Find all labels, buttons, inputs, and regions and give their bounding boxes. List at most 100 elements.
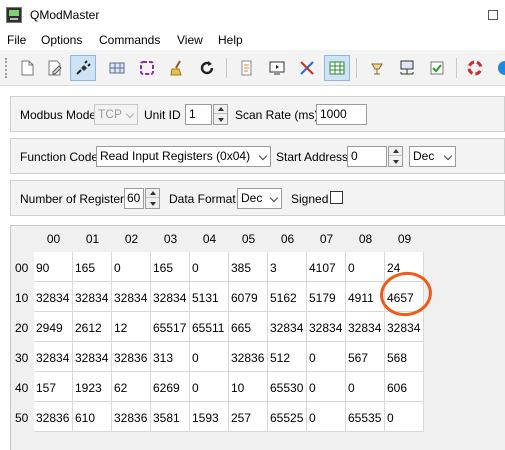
row-header[interactable]: 30: [11, 342, 34, 372]
column-header[interactable]: 09: [385, 226, 424, 252]
connect-plug-icon[interactable]: [70, 55, 96, 81]
register-cell[interactable]: 0: [112, 252, 151, 282]
start-address-spinner[interactable]: [388, 146, 403, 167]
register-cell[interactable]: 5179: [307, 282, 346, 312]
register-cell[interactable]: 65511: [190, 312, 229, 342]
register-cell[interactable]: 4107: [307, 252, 346, 282]
number-of-registers-spinner[interactable]: [145, 188, 160, 209]
register-cell[interactable]: 65535: [346, 402, 385, 432]
register-cell[interactable]: 0: [385, 402, 424, 432]
lamp-icon[interactable]: [364, 55, 390, 81]
register-cell[interactable]: 313: [151, 342, 190, 372]
menu-view[interactable]: View: [177, 33, 203, 47]
register-cell[interactable]: 4911: [346, 282, 385, 312]
register-cell[interactable]: 1593: [190, 402, 229, 432]
register-cell[interactable]: 32834: [112, 282, 151, 312]
register-cell[interactable]: 0: [307, 372, 346, 402]
register-cell[interactable]: 32834: [151, 282, 190, 312]
refresh-icon[interactable]: [194, 55, 220, 81]
column-header[interactable]: 07: [307, 226, 346, 252]
register-cell[interactable]: 12: [112, 312, 151, 342]
broom-clear-icon[interactable]: [164, 55, 190, 81]
register-cell[interactable]: 32834: [385, 312, 424, 342]
signed-checkbox[interactable]: [330, 191, 343, 204]
register-cell[interactable]: 567: [346, 342, 385, 372]
scan-rate-input[interactable]: 1000: [316, 104, 367, 125]
column-header[interactable]: 02: [112, 226, 151, 252]
data-format-select[interactable]: Dec: [237, 188, 282, 209]
register-cell[interactable]: 5162: [268, 282, 307, 312]
register-cell[interactable]: 65517: [151, 312, 190, 342]
menu-commands[interactable]: Commands: [99, 33, 160, 47]
column-header[interactable]: 00: [34, 226, 73, 252]
register-cell[interactable]: 0: [190, 372, 229, 402]
table-view-icon[interactable]: [324, 55, 350, 81]
register-cell[interactable]: 6079: [229, 282, 268, 312]
menu-options[interactable]: Options: [41, 33, 82, 47]
register-cell[interactable]: 0: [307, 402, 346, 432]
toolbar-grip[interactable]: [5, 58, 8, 78]
register-cell[interactable]: 65525: [268, 402, 307, 432]
register-cell[interactable]: 610: [73, 402, 112, 432]
register-cell[interactable]: 157: [34, 372, 73, 402]
monitor-icon[interactable]: [264, 55, 290, 81]
tools-icon[interactable]: [294, 55, 320, 81]
info-icon[interactable]: [492, 55, 505, 81]
register-cell[interactable]: 62: [112, 372, 151, 402]
menu-file[interactable]: File: [7, 33, 26, 47]
register-cell[interactable]: 90: [34, 252, 73, 282]
lifebuoy-icon[interactable]: [462, 55, 488, 81]
register-cell[interactable]: 165: [73, 252, 112, 282]
log-document-icon[interactable]: [234, 55, 260, 81]
register-cell[interactable]: 32836: [112, 342, 151, 372]
edit-icon[interactable]: [42, 55, 68, 81]
number-of-registers-input[interactable]: 60: [124, 188, 144, 209]
row-header[interactable]: 40: [11, 372, 34, 402]
start-address-input[interactable]: 0: [347, 146, 387, 167]
register-cell[interactable]: 257: [229, 402, 268, 432]
register-cell[interactable]: 0: [346, 252, 385, 282]
register-cell[interactable]: 32834: [346, 312, 385, 342]
unit-id-input[interactable]: 1: [185, 104, 212, 125]
register-cell[interactable]: 0: [346, 372, 385, 402]
register-cell[interactable]: 0: [190, 342, 229, 372]
register-cell[interactable]: 512: [268, 342, 307, 372]
register-cell[interactable]: 32834: [73, 342, 112, 372]
row-header[interactable]: 10: [11, 282, 34, 312]
modbus-mode-select[interactable]: TCP: [94, 104, 138, 125]
grid-dots-icon[interactable]: [104, 55, 130, 81]
column-header[interactable]: 08: [346, 226, 385, 252]
column-header[interactable]: 03: [151, 226, 190, 252]
register-cell[interactable]: 32834: [268, 312, 307, 342]
column-header[interactable]: 04: [190, 226, 229, 252]
puzzle-icon[interactable]: [134, 55, 160, 81]
network-icon[interactable]: [394, 55, 420, 81]
register-cell[interactable]: 385: [229, 252, 268, 282]
register-cell[interactable]: 32836: [229, 342, 268, 372]
menu-help[interactable]: Help: [218, 33, 243, 47]
register-cell[interactable]: 0: [307, 342, 346, 372]
column-header[interactable]: 06: [268, 226, 307, 252]
register-cell[interactable]: 606: [385, 372, 424, 402]
unit-id-spinner[interactable]: [213, 104, 228, 125]
row-header[interactable]: 00: [11, 252, 34, 282]
register-cell[interactable]: 32834: [34, 342, 73, 372]
column-header[interactable]: 01: [73, 226, 112, 252]
register-cell[interactable]: 6269: [151, 372, 190, 402]
register-cell[interactable]: 5131: [190, 282, 229, 312]
address-format-select[interactable]: Dec: [409, 146, 456, 167]
register-cell[interactable]: 32836: [34, 402, 73, 432]
register-cell[interactable]: 165: [151, 252, 190, 282]
register-cell[interactable]: 32836: [112, 402, 151, 432]
register-cell[interactable]: 2612: [73, 312, 112, 342]
register-cell[interactable]: 568: [385, 342, 424, 372]
register-cell[interactable]: 1923: [73, 372, 112, 402]
register-cell[interactable]: 10: [229, 372, 268, 402]
register-cell[interactable]: 32834: [73, 282, 112, 312]
register-cell[interactable]: 65530: [268, 372, 307, 402]
row-header[interactable]: 50: [11, 402, 34, 432]
maximize-icon[interactable]: [488, 10, 498, 20]
register-cell[interactable]: 665: [229, 312, 268, 342]
register-cell[interactable]: 32834: [34, 282, 73, 312]
check-icon[interactable]: [424, 55, 450, 81]
